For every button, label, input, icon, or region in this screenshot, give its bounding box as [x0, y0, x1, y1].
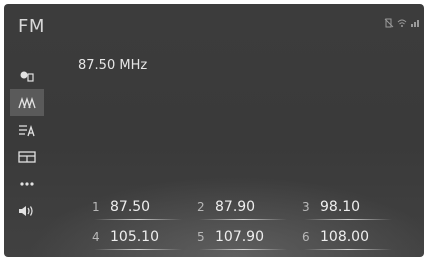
source-icon [20, 71, 34, 82]
signal-icon [410, 18, 420, 31]
preset-underline [199, 219, 287, 220]
preset-button-2[interactable]: 2 87.90 [193, 194, 293, 220]
preset-frequency: 98.10 [320, 199, 361, 215]
preset-underline [94, 219, 182, 220]
preset-button-3[interactable]: 3 98.10 [298, 194, 398, 220]
sidebar-item-sound[interactable] [10, 197, 44, 224]
preset-frequency: 87.50 [110, 199, 151, 215]
preset-underline [304, 219, 392, 220]
preset-button-5[interactable]: 5 107.90 [193, 224, 293, 250]
preset-button-6[interactable]: 6 108.00 [298, 224, 398, 250]
preset-button-4[interactable]: 4 105.10 [88, 224, 188, 250]
preset-underline [94, 249, 182, 250]
stations-icon [18, 96, 36, 108]
wifi-icon [397, 18, 407, 31]
sidebar-item-source[interactable] [10, 62, 44, 89]
no-phone-icon [384, 18, 394, 31]
sidebar-item-browse[interactable] [10, 143, 44, 170]
preset-number: 4 [92, 230, 100, 244]
preset-underline [304, 249, 392, 250]
preset-frequency: 105.10 [110, 229, 159, 245]
sidebar-item-stations[interactable] [10, 89, 44, 116]
preset-frequency: 108.00 [320, 229, 369, 245]
preset-underline [199, 249, 287, 250]
preset-number: 3 [302, 200, 310, 214]
preset-button-1[interactable]: 1 87.50 [88, 194, 188, 220]
preset-number: 2 [197, 200, 205, 214]
preset-number: 6 [302, 230, 310, 244]
page-title: FM [18, 16, 45, 37]
list-icon [19, 124, 35, 136]
sidebar-item-list[interactable] [10, 116, 44, 143]
preset-frequency: 107.90 [215, 229, 264, 245]
more-icon [20, 181, 34, 186]
status-bar [384, 18, 420, 31]
sidebar-item-more[interactable] [10, 170, 44, 197]
preset-number: 5 [197, 230, 205, 244]
preset-frequency: 87.90 [215, 199, 256, 215]
preset-grid: 1 87.50 2 87.90 3 98.10 4 105.10 5 107.9… [88, 194, 398, 256]
sidebar [10, 62, 44, 224]
browse-icon [18, 150, 36, 163]
radio-screen: FM 87.50 MHz 1 87.50 2 87.90 3 98.10 4 1… [4, 4, 424, 257]
sound-icon [19, 205, 33, 216]
preset-number: 1 [92, 200, 100, 214]
current-frequency: 87.50 MHz [78, 58, 148, 73]
